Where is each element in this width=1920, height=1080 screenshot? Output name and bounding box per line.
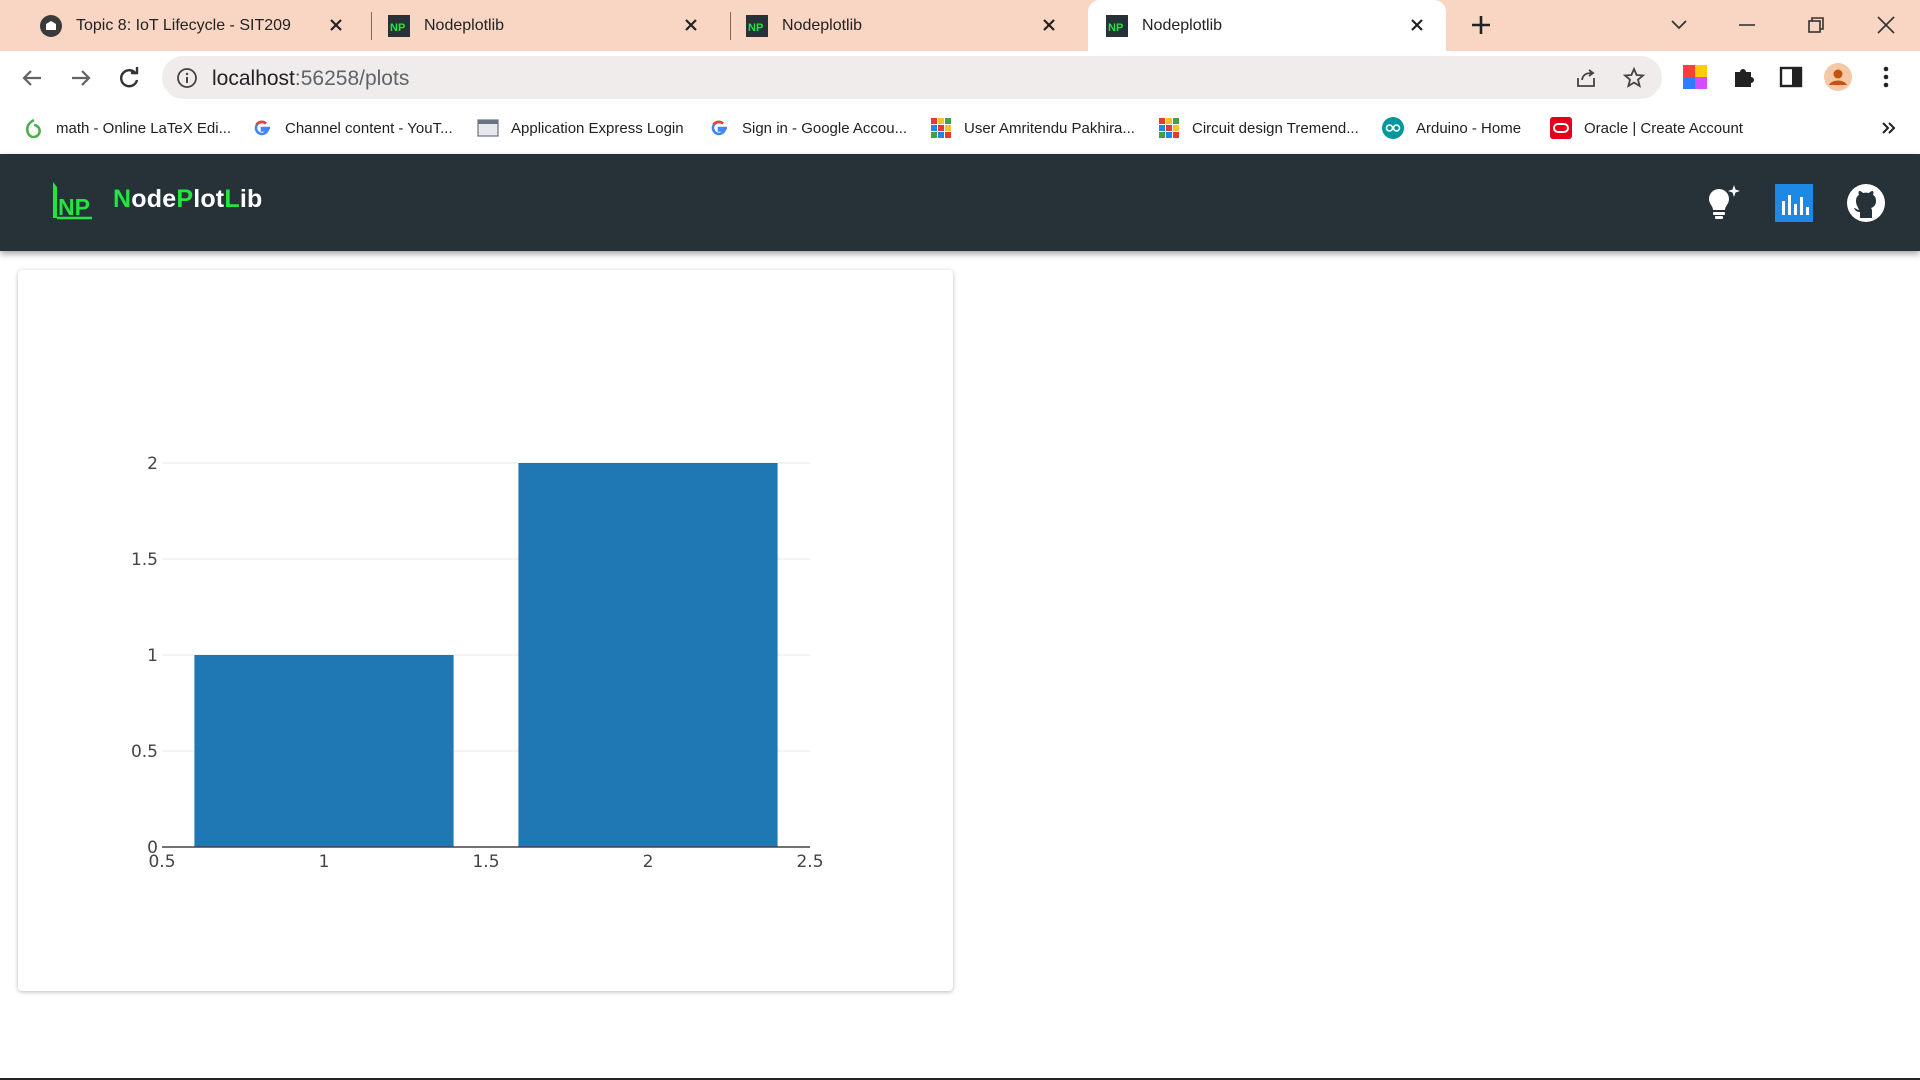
svg-text:NP: NP [1108,22,1123,34]
tab-title: Nodeplotlib [1142,16,1223,34]
oracle-icon [1550,117,1572,139]
bar[interactable] [518,463,778,847]
bookmark-star-icon[interactable] [1622,66,1646,90]
overleaf-icon [25,118,41,139]
nodeplotlib-favicon-icon: NP [746,14,768,37]
plot-card: 0 0.5 1 1.5 2 0.5 1 1.5 2 2.5 [18,270,953,991]
tab-search-chevron-icon[interactable] [1666,12,1692,38]
tinkercad-icon [931,118,951,138]
page-icon [477,119,499,137]
y-tick-label: 1.5 [131,550,158,570]
bar-chart[interactable]: 00.511.520.5 1 1.5 2 2.5 [18,270,953,991]
reload-icon[interactable] [114,63,144,93]
profile-avatar-icon[interactable] [1824,63,1852,91]
restore-icon[interactable] [1803,12,1829,38]
browser-tab-strip: Topic 8: IoT Lifecycle - SIT209 NP Nodep… [0,0,1920,51]
bookmark-item[interactable]: User Amritendu Pakhira... [930,116,1135,140]
google-icon [254,120,270,136]
bookmark-item[interactable]: Application Express Login [477,116,684,140]
brand-part: lot [193,185,225,213]
brand-title[interactable]: NodePlotLib [113,185,262,214]
browser-toolbar: localhost:56258/plots [0,51,1920,104]
brand-part: ib [239,185,263,213]
moodle-favicon-icon [40,14,62,37]
more-bookmarks-chevron-icon[interactable] [1876,116,1900,140]
nodeplotlib-favicon-icon: NP [388,14,410,37]
brand-part: N [113,185,132,213]
x-tick-label: 2.5 [796,852,823,872]
tab-close-icon[interactable] [1406,14,1428,36]
minimize-icon[interactable] [1734,12,1760,38]
tab-title: Nodeplotlib [782,16,863,34]
tab-close-icon[interactable] [325,14,347,36]
svg-text:NP: NP [748,22,763,34]
close-window-icon[interactable] [1873,12,1899,38]
bookmark-label: Oracle | Create Account [1584,119,1743,137]
tab-3-active[interactable]: NP Nodeplotlib [1088,0,1446,51]
x-tick-label: 0.5 [148,852,175,872]
share-icon[interactable] [1574,66,1598,90]
google-icon [711,120,727,136]
bookmark-item[interactable]: Oracle | Create Account [1550,116,1743,140]
tinkercad-icon [1159,118,1179,138]
back-arrow-icon[interactable] [17,63,47,93]
tab-title: Nodeplotlib [424,16,505,34]
brand-part: ode [131,185,177,213]
url-host: localhost [212,67,295,90]
bookmark-label: math - Online LaTeX Edi... [56,119,232,137]
color-extension-icon[interactable] [1681,63,1709,91]
y-tick-label: 2 [147,454,158,474]
bookmark-item[interactable]: Arduino - Home [1382,116,1521,140]
app-header: NP NodePlotLib [0,154,1920,251]
extensions-puzzle-icon[interactable] [1730,63,1758,91]
bookmark-label: Channel content - YouT... [285,119,453,137]
bookmark-label: Circuit design Tremend... [1192,119,1359,137]
bookmark-item[interactable]: Channel content - YouT... [251,116,453,140]
bookmark-label: Sign in - Google Accou... [742,119,908,137]
bar[interactable] [194,655,454,847]
tab-1[interactable]: NP Nodeplotlib [360,0,720,51]
tab-0[interactable]: Topic 8: IoT Lifecycle - SIT209 [10,0,365,51]
bookmark-label: Application Express Login [511,119,684,137]
brand-part: L [224,185,240,213]
tab-close-icon[interactable] [680,14,702,36]
tab-close-icon[interactable] [1038,14,1060,36]
theme-bulb-icon[interactable] [1702,183,1742,223]
bookmarks-bar: math - Online LaTeX Edi... Channel conte… [0,104,1920,152]
side-panel-icon[interactable] [1777,63,1805,91]
x-tick-label: 1.5 [472,852,499,872]
svg-text:NP: NP [390,22,405,34]
y-tick-label: 1 [147,646,158,666]
plots-chart-icon[interactable] [1774,183,1814,223]
github-icon[interactable] [1846,183,1886,223]
bookmark-label: User Amritendu Pakhira... [964,119,1135,137]
bookmark-item[interactable]: math - Online LaTeX Edi... [22,116,231,140]
arduino-icon [1382,117,1404,139]
tab-title: Topic 8: IoT Lifecycle - SIT209 [76,16,291,34]
bookmark-label: Arduino - Home [1416,119,1522,137]
y-tick-label: 0.5 [131,742,158,762]
new-tab-plus-icon[interactable] [1468,12,1494,38]
x-tick-label: 1 [319,852,330,872]
logo-text: NP [58,194,90,220]
site-info-icon[interactable] [176,67,198,89]
bookmark-item[interactable]: Circuit design Tremend... [1158,116,1359,140]
nodeplotlib-favicon-icon: NP [1106,14,1128,37]
bookmark-item[interactable]: Sign in - Google Accou... [708,116,907,140]
forward-arrow-icon[interactable] [66,63,96,93]
tab-2[interactable]: NP Nodeplotlib [718,0,1078,51]
nodeplotlib-logo-icon[interactable]: NP [50,178,94,222]
url-path: :56258/plots [294,67,410,90]
url-text[interactable]: localhost:56258/plots [212,67,409,91]
browser-menu-icon[interactable] [1872,63,1900,91]
brand-part: P [176,185,194,213]
x-tick-label: 2 [643,852,654,872]
address-bar[interactable]: localhost:56258/plots [162,56,1662,99]
